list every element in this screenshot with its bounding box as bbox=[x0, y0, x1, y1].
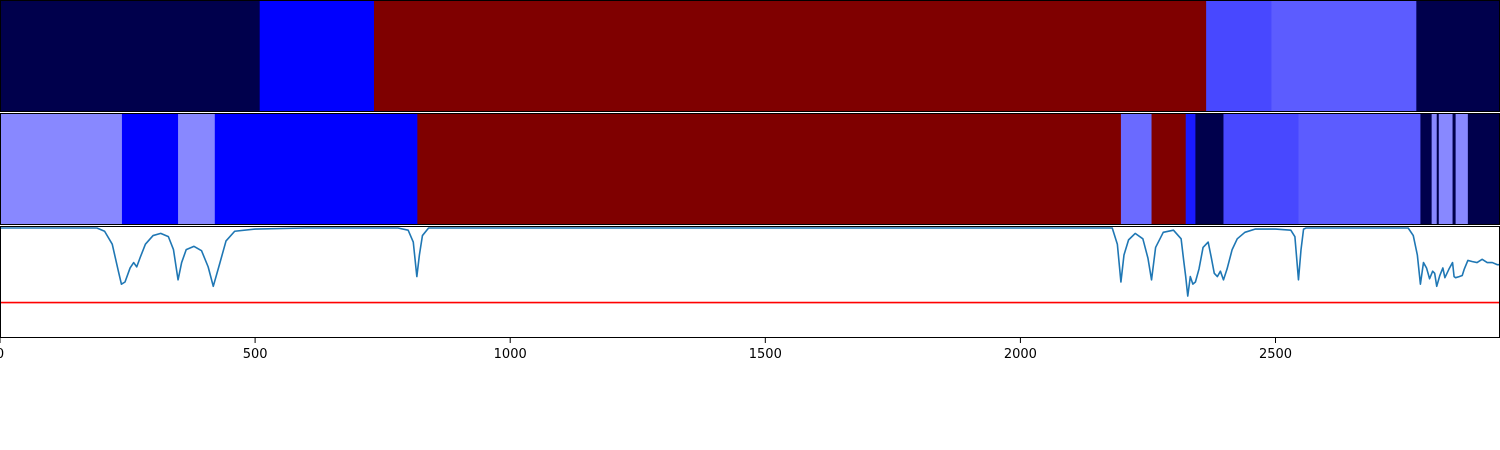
heatmap-track-1 bbox=[0, 0, 1500, 112]
x-tick-label: 2500 bbox=[1259, 347, 1292, 362]
heatmap-segment bbox=[0, 113, 123, 225]
x-tick-label: 2000 bbox=[1004, 347, 1037, 362]
heatmap-segment bbox=[121, 113, 179, 225]
heatmap-segment bbox=[1185, 113, 1196, 225]
heatmap-segment bbox=[1206, 0, 1272, 112]
heatmap-segment bbox=[1467, 113, 1500, 225]
heatmap-segment bbox=[1151, 113, 1187, 225]
heatmap-segment bbox=[1223, 113, 1299, 225]
heatmap-segment bbox=[417, 113, 1122, 225]
heatmap-segment bbox=[1431, 113, 1438, 225]
heatmap-segment bbox=[1271, 0, 1417, 112]
heatmap-segment bbox=[1120, 113, 1152, 225]
line-panel bbox=[0, 226, 1500, 338]
heatmap-segment bbox=[1452, 113, 1457, 225]
x-tick-label: 500 bbox=[243, 347, 268, 362]
heatmap-segment bbox=[373, 0, 1207, 112]
heatmap-segment bbox=[1416, 0, 1500, 112]
x-ticks bbox=[0, 338, 1277, 343]
heatmap-segment bbox=[1195, 113, 1224, 225]
heatmap-track-2 bbox=[0, 113, 1500, 225]
heatmap-segment bbox=[1455, 113, 1469, 225]
heatmap-segment bbox=[0, 0, 261, 112]
heatmap-segment bbox=[1298, 113, 1421, 225]
x-tick-label: 1500 bbox=[749, 347, 782, 362]
x-axis: 0 500 1000 1500 2000 2500 bbox=[0, 338, 1292, 362]
x-tick-label: 0 bbox=[0, 347, 4, 362]
heatmap-segment bbox=[178, 113, 216, 225]
heatmap-segment bbox=[1420, 113, 1433, 225]
heatmap-segment bbox=[1438, 113, 1453, 225]
heatmap-segment bbox=[214, 113, 418, 225]
figure: 0 500 1000 1500 2000 2500 bbox=[0, 0, 1500, 362]
heatmap-segment bbox=[259, 0, 375, 112]
x-tick-labels: 0 500 1000 1500 2000 2500 bbox=[0, 347, 1292, 362]
x-tick-label: 1000 bbox=[494, 347, 527, 362]
